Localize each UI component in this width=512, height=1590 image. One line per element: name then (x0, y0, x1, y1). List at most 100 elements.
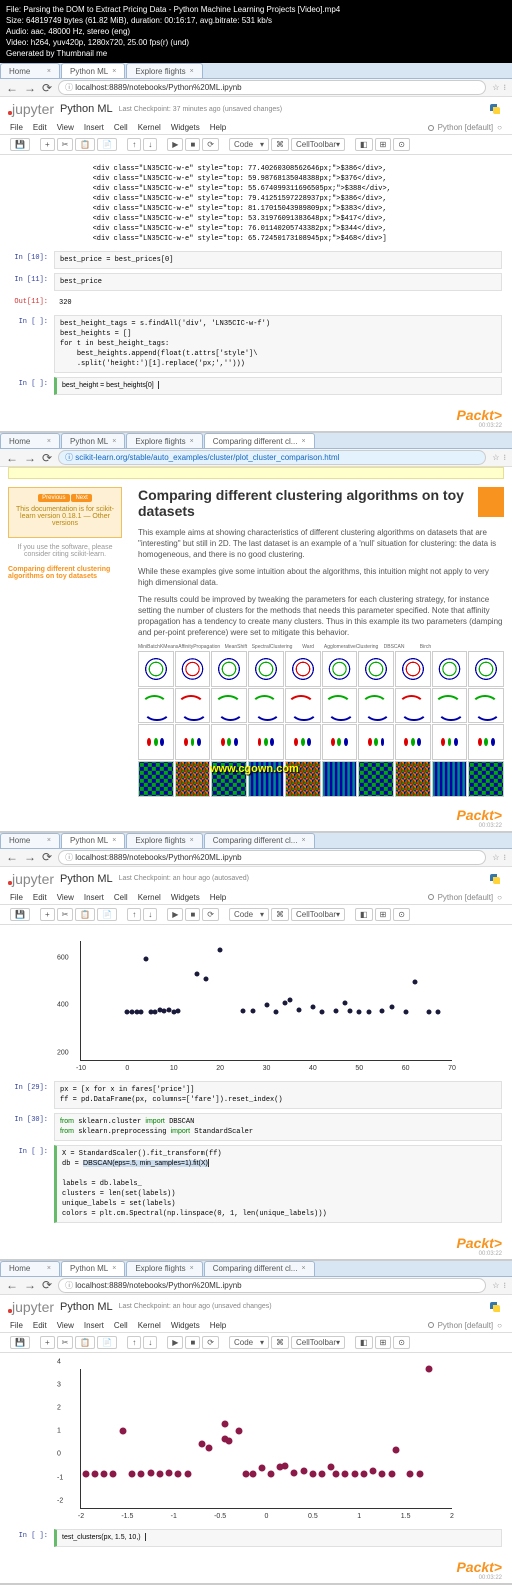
close-icon[interactable]: × (190, 438, 194, 445)
close-icon[interactable]: × (190, 68, 194, 75)
tab-pythonml[interactable]: Python ML× (61, 833, 125, 848)
tb-btn-b[interactable]: ⊞ (375, 1336, 392, 1349)
url-input[interactable]: ⓘ localhost:8889/notebooks/Python%20ML.i… (58, 80, 486, 95)
tab-explore-flights[interactable]: Explore flights× (126, 433, 202, 448)
star-icon[interactable]: ☆ (492, 1281, 499, 1290)
url-input[interactable]: ⓘ localhost:8889/notebooks/Python%20ML.i… (58, 1278, 486, 1293)
fork-ribbon-icon[interactable] (478, 487, 504, 517)
code-cell[interactable]: In [11]: best_price (10, 273, 502, 291)
command-palette-button[interactable]: ⌘ (271, 138, 289, 151)
tab-home[interactable]: Home× (0, 833, 60, 848)
code-cell[interactable]: In [30]: from sklearn.cluster import DBS… (10, 1113, 502, 1141)
tab-comparing[interactable]: Comparing different cl...× (204, 433, 315, 448)
cell-input[interactable]: from sklearn.cluster import DBSCAN from … (54, 1113, 502, 1141)
code-cell[interactable]: In [29]: px = [x for x in fares['price']… (10, 1081, 502, 1109)
restart-button[interactable]: ⟳ (202, 1336, 219, 1349)
trusted-icon[interactable] (428, 125, 434, 131)
close-icon[interactable]: × (112, 438, 116, 445)
menu-edit[interactable]: Edit (33, 893, 47, 902)
notebook-title[interactable]: Python ML (60, 1301, 113, 1313)
menu-insert[interactable]: Insert (84, 123, 104, 132)
back-button[interactable]: ← (6, 1278, 18, 1292)
cut-button[interactable]: ✂ (57, 908, 74, 921)
cell-input[interactable]: test_clusters(px, 1.5, 10,) (54, 1529, 502, 1547)
tab-pythonml[interactable]: Python ML× (61, 63, 125, 78)
code-cell[interactable]: In [ ]: best_height_tags = s.findAll('di… (10, 315, 502, 373)
back-button[interactable]: ← (6, 81, 18, 95)
tab-pythonml[interactable]: Python ML× (61, 433, 125, 448)
stop-button[interactable]: ■ (185, 908, 200, 921)
notebook-title[interactable]: Python ML (60, 873, 113, 885)
close-icon[interactable]: × (301, 438, 305, 445)
forward-button[interactable]: → (24, 451, 36, 465)
tb-btn-a[interactable]: ◧ (355, 138, 373, 151)
menu-file[interactable]: File (10, 1321, 23, 1330)
menu-icon[interactable]: ⁝ (503, 453, 506, 462)
copy-button[interactable]: 📋 (75, 908, 95, 921)
tb-btn-c[interactable]: ⊙ (393, 1336, 410, 1349)
tab-home[interactable]: Home× (0, 1261, 60, 1276)
celltoolbar-select[interactable]: CellToolbar▾ (291, 138, 345, 151)
notebook-title[interactable]: Python ML (60, 103, 113, 115)
tab-home[interactable]: Home× (0, 63, 60, 78)
close-icon[interactable]: × (190, 1265, 194, 1272)
kernel-name[interactable]: Python [default] (438, 1321, 494, 1330)
url-input[interactable]: ⓘ scikit-learn.org/stable/auto_examples/… (58, 450, 486, 465)
tab-comparing[interactable]: Comparing different cl...× (204, 1261, 315, 1276)
copy-button[interactable]: 📋 (75, 1336, 95, 1349)
menu-kernel[interactable]: Kernel (138, 893, 161, 902)
run-button[interactable]: ▶ (167, 908, 183, 921)
menu-help[interactable]: Help (210, 893, 226, 902)
stop-button[interactable]: ■ (185, 138, 200, 151)
menu-icon[interactable]: ⁝ (503, 1281, 506, 1290)
close-icon[interactable]: × (47, 837, 51, 844)
code-cell-active[interactable]: In [ ]: test_clusters(px, 1.5, 10,) (10, 1529, 502, 1547)
forward-button[interactable]: → (24, 81, 36, 95)
copy-button[interactable]: 📋 (75, 138, 95, 151)
star-icon[interactable]: ☆ (492, 83, 499, 92)
forward-button[interactable]: → (24, 850, 36, 864)
forward-button[interactable]: → (24, 1278, 36, 1292)
menu-kernel[interactable]: Kernel (138, 123, 161, 132)
jupyter-logo[interactable]: jupyter (10, 1299, 54, 1315)
menu-cell[interactable]: Cell (114, 123, 128, 132)
close-icon[interactable]: × (301, 1265, 305, 1272)
menu-cell[interactable]: Cell (114, 893, 128, 902)
tb-btn-a[interactable]: ◧ (355, 1336, 373, 1349)
reload-button[interactable]: ⟳ (42, 1278, 52, 1292)
stop-button[interactable]: ■ (185, 1336, 200, 1349)
move-up-button[interactable]: ↑ (127, 138, 141, 151)
add-cell-button[interactable]: + (40, 138, 55, 151)
tb-btn-b[interactable]: ⊞ (375, 908, 392, 921)
code-cell-active[interactable]: In [ ]: best_height = best_heights[0] (10, 377, 502, 395)
menu-edit[interactable]: Edit (33, 1321, 47, 1330)
star-icon[interactable]: ☆ (492, 453, 499, 462)
tb-btn-c[interactable]: ⊙ (393, 908, 410, 921)
tab-pythonml[interactable]: Python ML× (61, 1261, 125, 1276)
menu-widgets[interactable]: Widgets (171, 1321, 200, 1330)
menu-widgets[interactable]: Widgets (171, 893, 200, 902)
cell-input[interactable]: best_price (54, 273, 502, 291)
move-down-button[interactable]: ↓ (143, 138, 157, 151)
star-icon[interactable]: ☆ (492, 853, 499, 862)
save-button[interactable]: 💾 (10, 1336, 30, 1349)
cell-input[interactable]: best_height_tags = s.findAll('div', 'LN3… (54, 315, 502, 373)
celltoolbar-select[interactable]: CellToolbar▾ (291, 908, 345, 921)
output-cell[interactable]: <div class="LN35CIC-w-e" style="top: 77.… (10, 161, 502, 247)
menu-insert[interactable]: Insert (84, 1321, 104, 1330)
command-palette-button[interactable]: ⌘ (271, 1336, 289, 1349)
trusted-icon[interactable] (428, 894, 434, 900)
menu-file[interactable]: File (10, 123, 23, 132)
menu-view[interactable]: View (57, 123, 74, 132)
reload-button[interactable]: ⟳ (42, 451, 52, 465)
run-button[interactable]: ▶ (167, 1336, 183, 1349)
kernel-name[interactable]: Python [default] (438, 893, 494, 902)
reload-button[interactable]: ⟳ (42, 81, 52, 95)
notification-bar[interactable] (8, 467, 504, 479)
sidebar-nav-link[interactable]: Comparing different clustering algorithm… (8, 566, 122, 580)
menu-help[interactable]: Help (210, 1321, 226, 1330)
cell-input[interactable]: best_price = best_prices[0] (54, 251, 502, 269)
kernel-name[interactable]: Python [default] (438, 123, 494, 132)
celltoolbar-select[interactable]: CellToolbar▾ (291, 1336, 345, 1349)
prev-link[interactable]: Previous (38, 494, 69, 502)
